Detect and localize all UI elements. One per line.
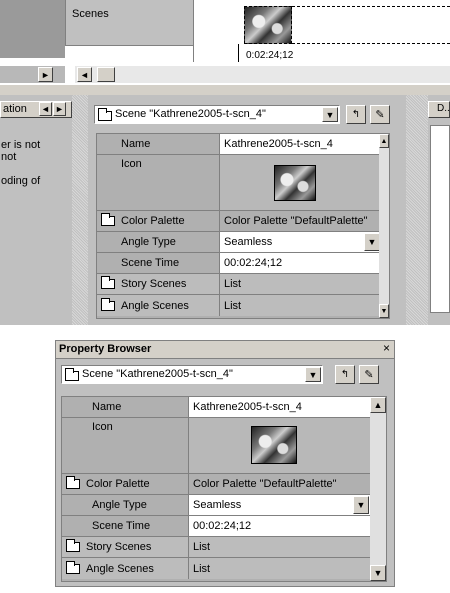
docked-property-grid: Name Kathrene2005-t-scn_4 Icon Color Pal… (96, 133, 390, 319)
angle-type-select[interactable]: Seamless ▼ (219, 232, 381, 252)
up-level-icon: ↰ (340, 369, 350, 380)
timeline-hscroll[interactable]: ◄ (75, 66, 450, 83)
row-color-palette[interactable]: Color Palette Color Palette "DefaultPale… (62, 474, 386, 495)
splitter-left[interactable] (72, 95, 88, 325)
selector-dropdown-button[interactable]: ▼ (305, 367, 321, 382)
angle-type-dropdown-button[interactable]: ▼ (353, 496, 369, 514)
scenes-label: Scenes (72, 8, 109, 20)
row-angle-scenes[interactable]: Angle Scenes List (97, 295, 389, 316)
left-panel-next-button[interactable]: ► (53, 102, 66, 116)
docked-grid-scrollbar[interactable]: ▲ ▼ (379, 134, 389, 318)
right-panel: D... (428, 95, 450, 325)
playhead-marker[interactable] (238, 44, 246, 62)
properties-icon: ✎ (364, 369, 374, 381)
up-level-icon: ↰ (351, 109, 361, 120)
row-scene-time[interactable]: Scene Time 00:02:24;12 (62, 516, 386, 537)
scroll-down-button[interactable]: ▼ (370, 565, 386, 581)
splitter-right[interactable] (406, 95, 428, 325)
row-angle-type[interactable]: Angle Type Seamless ▼ (97, 232, 389, 253)
row-icon[interactable]: Icon (97, 155, 389, 211)
scene-clip-outline (292, 6, 450, 44)
property-browser-titlebar[interactable]: Property Browser × (56, 341, 394, 359)
playhead-timecode: 0:02:24;12 (246, 50, 294, 61)
close-icon[interactable]: × (383, 341, 390, 355)
scene-icon-thumbnail (274, 165, 316, 201)
row-story-scenes[interactable]: Story Scenes List (97, 274, 389, 295)
property-browser-title: Property Browser (59, 343, 152, 355)
docked-properties-button[interactable]: ✎ (370, 105, 390, 124)
timeline-scroll-thumb[interactable] (97, 67, 115, 82)
scene-folder-icon (65, 368, 79, 381)
row-icon[interactable]: Icon (62, 418, 386, 474)
separator-bar (0, 85, 450, 95)
property-browser-window: Property Browser × Scene "Kathrene2005-t… (55, 340, 395, 587)
scene-icon-thumbnail (251, 426, 297, 464)
story-folder-icon (101, 276, 115, 289)
left-track-header (0, 0, 65, 58)
row-scene-time[interactable]: Scene Time 00:02:24;12 (97, 253, 389, 274)
timeline-track[interactable]: 0:02:24;12 (193, 0, 450, 62)
grid-scrollbar[interactable]: ▲ ▼ (370, 397, 386, 581)
angle-type-select[interactable]: Seamless ▼ (188, 495, 370, 515)
docked-selector-dropdown-button[interactable]: ▼ (322, 107, 338, 122)
object-selector[interactable]: Scene "Kathrene2005-t-scn_4" ▼ (61, 365, 323, 384)
palette-folder-icon (101, 213, 115, 226)
timeline-scroll-left-button[interactable]: ◄ (77, 67, 92, 82)
docked-property-browser: Scene "Kathrene2005-t-scn_4" ▼ ↰ ✎ Name … (88, 95, 406, 325)
docked-scroll-up-button[interactable]: ▲ (379, 134, 389, 148)
properties-icon: ✎ (375, 109, 385, 121)
left-panel-text: er is not not oding of (1, 139, 41, 187)
row-angle-scenes[interactable]: Angle Scenes List (62, 558, 386, 579)
left-scroll-right-button[interactable]: ► (38, 67, 53, 82)
angle-folder-icon (66, 560, 80, 574)
row-color-palette[interactable]: Color Palette Color Palette "DefaultPale… (97, 211, 389, 232)
up-level-button[interactable]: ↰ (335, 365, 355, 384)
story-folder-icon (66, 539, 80, 552)
scene-folder-icon (98, 108, 112, 121)
right-panel-header: D... (428, 101, 450, 118)
docked-up-level-button[interactable]: ↰ (346, 105, 366, 124)
timeline-divider (65, 45, 193, 46)
left-info-panel: ation ◄ ► er is not not oding of (0, 95, 72, 325)
angle-folder-icon (101, 297, 115, 311)
row-angle-type[interactable]: Angle Type Seamless ▼ (62, 495, 386, 516)
docked-scroll-down-button[interactable]: ▼ (379, 304, 389, 318)
property-grid: Name Kathrene2005-t-scn_4 Icon Color Pal… (61, 396, 387, 582)
row-story-scenes[interactable]: Story Scenes List (62, 537, 386, 558)
scroll-up-button[interactable]: ▲ (370, 397, 386, 413)
scene-clip-thumbnail[interactable] (244, 6, 292, 44)
palette-folder-icon (66, 476, 80, 489)
angle-type-dropdown-button[interactable]: ▼ (364, 233, 380, 251)
right-panel-body (430, 125, 450, 313)
row-name[interactable]: Name Kathrene2005-t-scn_4 (62, 397, 386, 418)
row-name[interactable]: Name Kathrene2005-t-scn_4 (97, 134, 389, 155)
properties-button[interactable]: ✎ (359, 365, 379, 384)
left-panel-prev-button[interactable]: ◄ (39, 102, 52, 116)
left-hscroll[interactable]: ► (0, 66, 65, 83)
left-panel-header: ation ◄ ► (0, 101, 72, 118)
docked-object-selector[interactable]: Scene "Kathrene2005-t-scn_4" ▼ (94, 105, 340, 124)
scenes-track-label-area: Scenes (65, 0, 194, 45)
